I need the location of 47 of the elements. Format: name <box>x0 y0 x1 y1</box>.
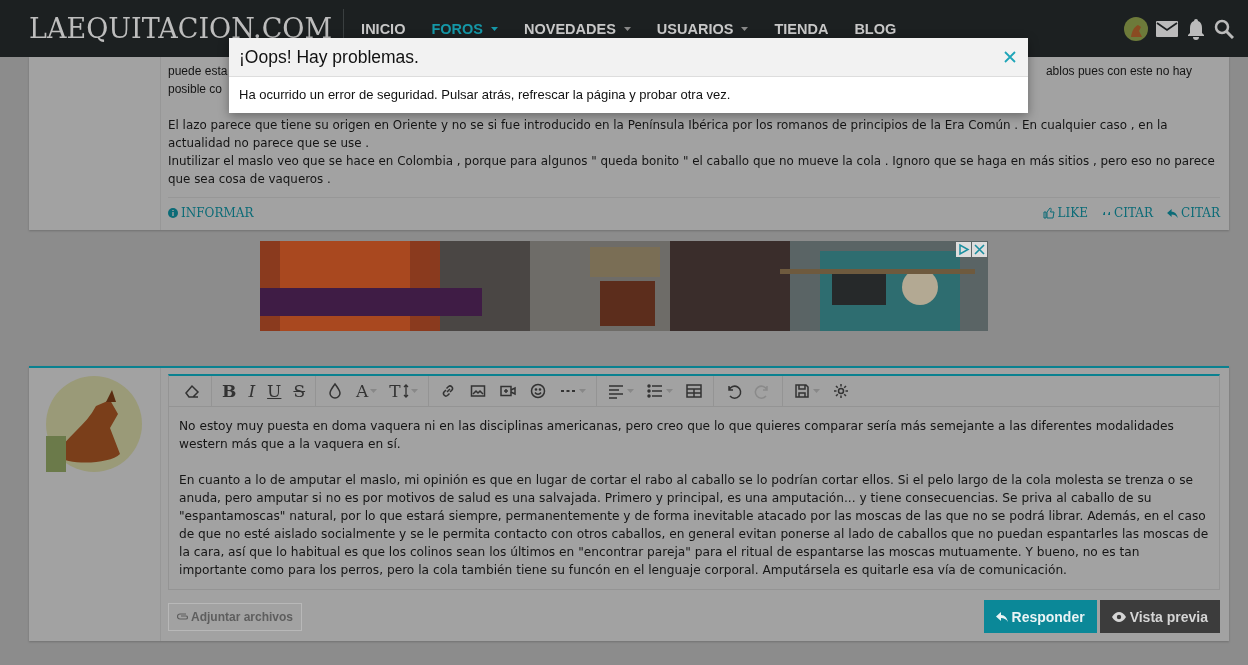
eye-icon <box>1111 611 1126 622</box>
smiley-icon[interactable] <box>528 382 547 400</box>
format-button[interactable]: I <box>244 379 260 403</box>
format-button[interactable]: S <box>289 379 310 403</box>
text-size-button[interactable]: T <box>385 379 422 403</box>
align-icon[interactable] <box>606 382 625 400</box>
avatar-icon[interactable] <box>1124 16 1148 41</box>
format-button[interactable]: U <box>263 379 286 403</box>
thumbs-up-icon <box>1042 207 1055 219</box>
list-icon[interactable] <box>645 382 664 400</box>
quote-icon <box>1102 209 1112 217</box>
reply-icon <box>1167 208 1178 218</box>
updown-arrow-icon <box>402 384 409 398</box>
post-text: puede esta <box>168 63 228 80</box>
bell-icon[interactable] <box>1186 17 1206 40</box>
like-link[interactable]: LIKE <box>1042 206 1089 220</box>
save-icon[interactable] <box>792 382 811 400</box>
info-icon <box>168 208 178 218</box>
nav-tab[interactable]: BLOG <box>841 20 910 37</box>
message-text: En cuanto a lo de amputar el maslo, mi opinión es que en lugar de cortar el rabo al caballo se lo podrían cortar ellos. Si el pelo largo de la cola molesta se trenza o se anuda, pero amputar si no es por motivos de salud es una salvajada. Primero y principal, es una amputación... y tiene consecuencias. Se priva al caballo de su "espantamoscas" natural, por lo que estará siempre, permanentemente y de forma inevitable atacado por las moscas de las que no se podrá librar. Además, en el caso de que no esté aislado socialmente y se le permita contacto con otros caballos, en general evitan ponerse al lado de caballos que no puedan espantarles las moscas de la cara, así que lo habitual es que los colinos sean los últimos en "encontrar pareja" para el ritual de espantarse las moscas mutuamente. Y bueno, no es tan importante como para los perros, pero la cola también tiene su funcón en el lenguaje corporal. Amputársela es quitarle esa vía de comunicación. <box>179 472 1209 579</box>
settings-icon[interactable] <box>831 382 850 400</box>
nav-tab[interactable]: INICIO <box>348 20 419 37</box>
mail-icon[interactable] <box>1156 20 1178 37</box>
dialog-message: Ha ocurrido un error de seguridad. Pulsar atrás, refrescar la página y probar otra vez. <box>238 86 732 104</box>
close-icon <box>1004 51 1016 63</box>
dialog-title: ¡Oops! Hay problemas. <box>239 46 419 68</box>
report-link[interactable]: INFORMAR <box>168 206 254 220</box>
post-text: posible co <box>168 81 223 98</box>
format-button[interactable]: A <box>352 379 382 403</box>
reply-button[interactable]: Responder <box>983 600 1097 633</box>
nav-tab[interactable]: NOVEDADES <box>511 20 644 37</box>
image-icon[interactable] <box>468 382 487 400</box>
post-text: ablos pues con este no hay <box>1045 63 1192 80</box>
eraser-icon[interactable] <box>183 382 201 400</box>
nav-tab[interactable]: USUARIOS <box>643 20 762 37</box>
search-icon[interactable] <box>1214 18 1234 39</box>
preview-button[interactable]: Vista previa <box>1099 600 1220 633</box>
nav-tab[interactable]: TIENDA <box>761 20 842 37</box>
format-button[interactable]: B <box>218 379 241 403</box>
paperclip-icon <box>177 613 188 620</box>
message-text: No estoy muy puesta en doma vaquera ni en las disciplinas americanas, pero creo que lo que quieres comparar sería más semejante a las diferentes modalidades western más que a la vaquera en sí. <box>179 418 1175 453</box>
post-text: Inutilizar el maslo veo que se hace en Colombia , porque para algunos " queda bonito " el caballo que no mueve la cola . Ignoro que se haga en más sitios , pero eso no parece que sea cosa de vaqueros . <box>168 153 1216 188</box>
table-icon[interactable] <box>684 382 703 400</box>
post-text: El lazo parece que tiene su origen en Oriente y no se si fue introducido en la Península Ibérica por los romanos de principios de la Era Común . En cualquier caso , en la actualidad no parece que se use . <box>168 117 1169 152</box>
reply-icon <box>995 611 1008 622</box>
close-button[interactable] <box>1004 51 1016 63</box>
nav-tab[interactable]: FOROS <box>418 20 511 37</box>
